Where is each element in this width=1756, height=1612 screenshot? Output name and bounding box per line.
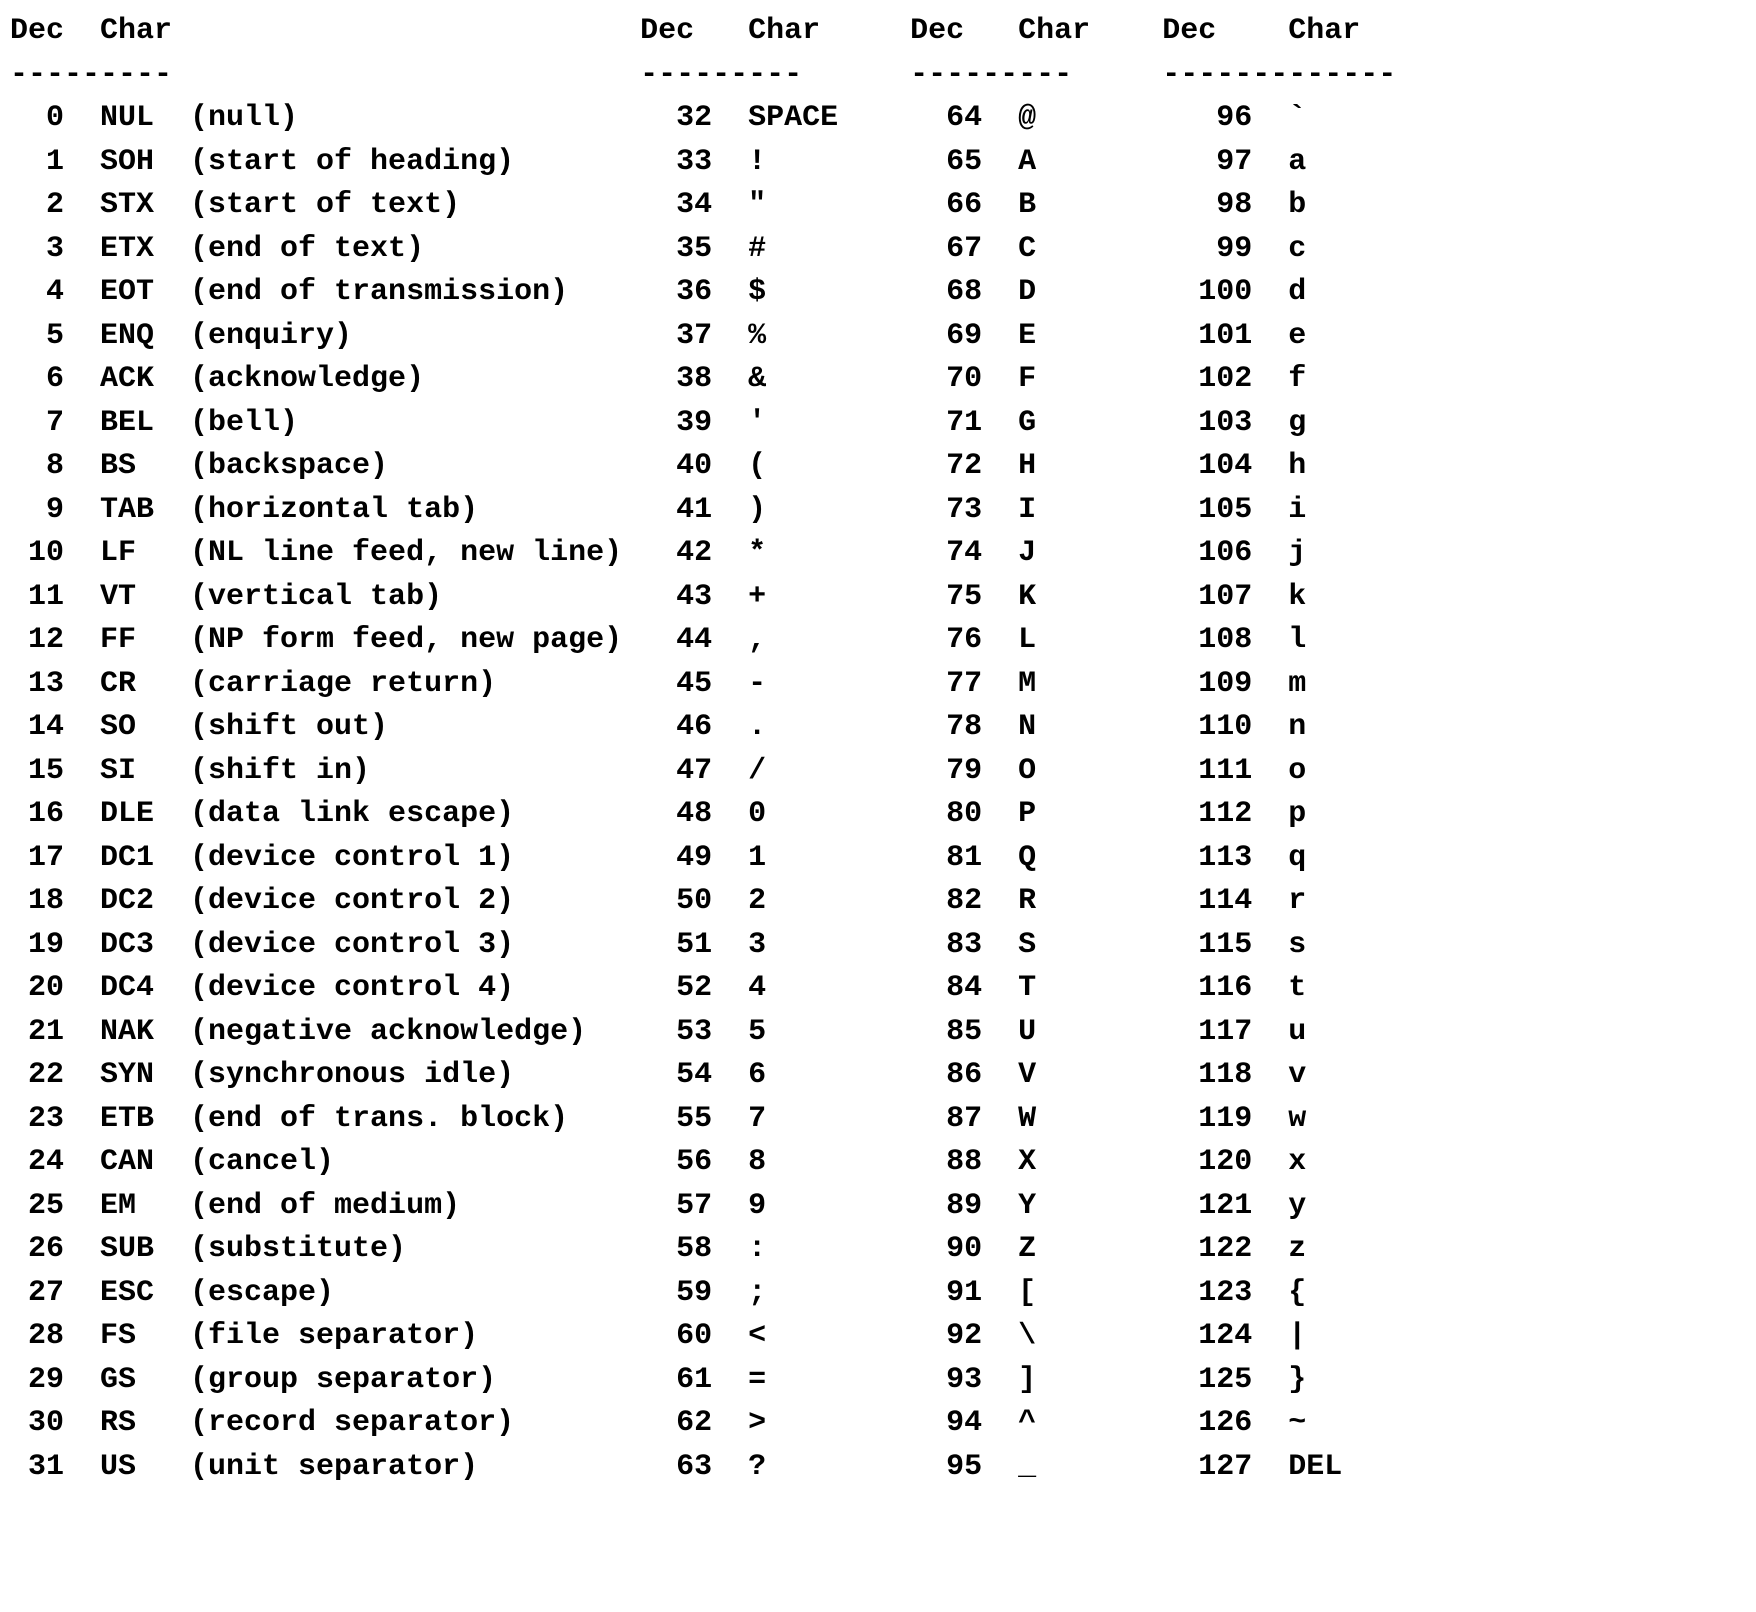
ascii-table: Dec Char Dec Char Dec Char Dec Char ----… xyxy=(0,0,1756,1489)
